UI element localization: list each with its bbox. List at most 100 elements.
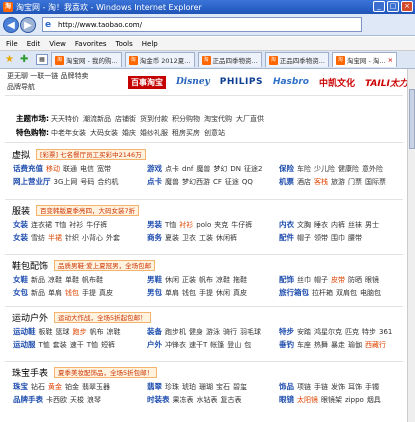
favorites-star-icon[interactable]: ★	[5, 54, 16, 65]
subcategory-link[interactable]: 酒店	[297, 178, 311, 186]
subcategory-link[interactable]: 凉鞋	[107, 328, 121, 336]
subcategory-link[interactable]: 手链	[314, 383, 328, 391]
market-link[interactable]: 大码女装	[90, 129, 118, 137]
subcategory-link[interactable]: 衬衫	[69, 221, 83, 229]
subcategory-link[interactable]: 电脑包	[360, 289, 381, 297]
category-promo[interactable]: 品质男鞋·爱上夏冠男，全场包邮	[54, 260, 156, 271]
subcategory-link[interactable]: 钱包	[65, 289, 79, 297]
subcategory-link[interactable]: 3G上网	[54, 178, 78, 186]
subcategory-link[interactable]: 工装	[199, 234, 213, 242]
subcategory-link[interactable]: 腰带	[348, 234, 362, 242]
subcategory-link[interactable]: 休闲裤	[216, 234, 237, 242]
vertical-scrollbar[interactable]	[407, 69, 415, 422]
market-link[interactable]: 天天特价	[51, 115, 79, 123]
subcategory-link[interactable]: 帆布	[199, 276, 213, 284]
subcategory-link[interactable]: 短裤	[101, 341, 115, 349]
menu-item[interactable]: Help	[142, 40, 158, 48]
category-promo[interactable]: 百变韩版夏季亮四，大码女装7折	[36, 205, 140, 216]
subcategory-link[interactable]: T恤	[87, 341, 98, 349]
subcategory-head-link[interactable]: 女装	[13, 233, 28, 242]
menu-item[interactable]: File	[6, 40, 18, 48]
subcategory-head-link[interactable]: 特步	[279, 327, 294, 336]
subcategory-link[interactable]: 包	[244, 341, 251, 349]
close-button[interactable]: ×	[401, 1, 413, 12]
subcategory-link[interactable]: 翡翠玉器	[82, 383, 110, 391]
subcategory-link[interactable]: 电信	[80, 165, 94, 173]
subcategory-link[interactable]: 钻石	[31, 383, 45, 391]
subcategory-link[interactable]: 水钻表	[197, 396, 218, 404]
subcategory-head-link[interactable]: 游戏	[147, 164, 162, 173]
subcategory-link[interactable]: 帆布	[90, 328, 104, 336]
subcategory-head-link[interactable]: 户外	[147, 340, 162, 349]
subcategory-link[interactable]: 国际票	[365, 178, 386, 186]
subcategory-link[interactable]: 意外险	[362, 165, 383, 173]
subcategory-link[interactable]: 手镯	[365, 383, 379, 391]
brand-logo[interactable]: Disney	[176, 77, 210, 87]
subcategory-link[interactable]: 帽子	[297, 234, 311, 242]
subcategory-link[interactable]: 项链	[297, 383, 311, 391]
brand-logo[interactable]: PHILIPS	[220, 77, 263, 87]
subcategory-head-link[interactable]: 机票	[279, 177, 294, 186]
subcategory-link[interactable]: 骑行	[223, 328, 237, 336]
subcategory-link[interactable]: QQ	[242, 178, 253, 186]
subcategory-head-link[interactable]: 商务	[147, 233, 162, 242]
subcategory-link[interactable]: 号码	[80, 178, 94, 186]
market-link[interactable]: 中老年女装	[51, 129, 86, 137]
subcategory-link[interactable]: 眼镜架	[321, 396, 342, 404]
subcategory-head-link[interactable]: 男包	[147, 288, 162, 297]
address-input[interactable]: e http://www.taobao.com/	[42, 17, 362, 32]
category-title[interactable]: 运动户外	[12, 311, 48, 324]
subcategory-head-link[interactable]: 运动服	[13, 340, 36, 349]
subcategory-link[interactable]: 匹克	[345, 328, 359, 336]
subcategory-link[interactable]: 热舞	[314, 341, 328, 349]
subcategory-link[interactable]: 拖鞋	[233, 276, 247, 284]
menu-item[interactable]: View	[49, 40, 66, 48]
subcategory-link[interactable]: T恤	[39, 341, 50, 349]
subcategory-link[interactable]: 少儿险	[314, 165, 335, 173]
subcategory-link[interactable]: 丝袜	[348, 221, 362, 229]
subcategory-link[interactable]: dnf	[182, 165, 193, 173]
subcategory-head-link[interactable]: 男装	[147, 220, 162, 229]
subcategory-link[interactable]: 套装	[53, 341, 67, 349]
subcategory-head-link[interactable]: 点卡	[147, 177, 162, 186]
subcategory-link[interactable]: 车座	[297, 341, 311, 349]
subcategory-link[interactable]: 瑜伽	[348, 341, 362, 349]
top-strip-line1[interactable]: 更无聊 一联一链 品牌特卖	[7, 71, 88, 81]
subcategory-head-link[interactable]: 眼镜	[279, 395, 294, 404]
subcategory-link[interactable]: 帽子	[314, 276, 328, 284]
subcategory-link[interactable]: 眼镜	[365, 276, 379, 284]
subcategory-link[interactable]: 牛仔裤	[231, 221, 252, 229]
subcategory-head-link[interactable]: 女鞋	[13, 275, 28, 284]
subcategory-link[interactable]: 耳饰	[348, 383, 362, 391]
brand-logo[interactable]: Hasbro	[273, 77, 309, 87]
subcategory-link[interactable]: 拉杆箱	[312, 289, 333, 297]
subcategory-link[interactable]: 发饰	[331, 383, 345, 391]
category-promo[interactable]: [彩票] 七名餐厅员工买彩中2146万	[36, 149, 146, 160]
subcategory-head-link[interactable]: 内衣	[279, 220, 294, 229]
category-title[interactable]: 珠宝手表	[12, 366, 48, 379]
subcategory-link[interactable]: 鸿星尔克	[314, 328, 342, 336]
subcategory-head-link[interactable]: 话费充值	[13, 164, 43, 173]
subcategory-link[interactable]: 单肩	[165, 289, 179, 297]
subcategory-link[interactable]: 暴走	[331, 341, 345, 349]
market-link[interactable]: 婚纱礼服	[140, 129, 168, 137]
subcategory-link[interactable]: 手提	[82, 289, 96, 297]
subcategory-link[interactable]: 速干T	[189, 341, 207, 349]
subcategory-link[interactable]: DN	[230, 165, 241, 173]
subcategory-link[interactable]: T恤	[165, 221, 176, 229]
category-title[interactable]: 虚拟	[12, 148, 30, 161]
subcategory-link[interactable]: 男士	[365, 221, 379, 229]
subcategory-link[interactable]: 西藏行	[365, 341, 386, 349]
subcategory-head-link[interactable]: 配饰	[279, 275, 294, 284]
subcategory-link[interactable]: 征途	[225, 178, 239, 186]
subcategory-head-link[interactable]: 女装	[13, 220, 28, 229]
subcategory-link[interactable]: 夏装	[165, 234, 179, 242]
brand-logo[interactable]: 中凯文化	[319, 76, 355, 89]
subcategory-link[interactable]: 冲锋衣	[165, 341, 186, 349]
subcategory-link[interactable]: 新品	[31, 276, 45, 284]
add-favorites-icon[interactable]: ✚	[20, 54, 31, 65]
subcategory-link[interactable]: 睡衣	[314, 221, 328, 229]
subcategory-link[interactable]: 小背心	[82, 234, 103, 242]
subcategory-link[interactable]: 魔兽	[196, 165, 210, 173]
subcategory-head-link[interactable]: 翡翠	[147, 382, 162, 391]
